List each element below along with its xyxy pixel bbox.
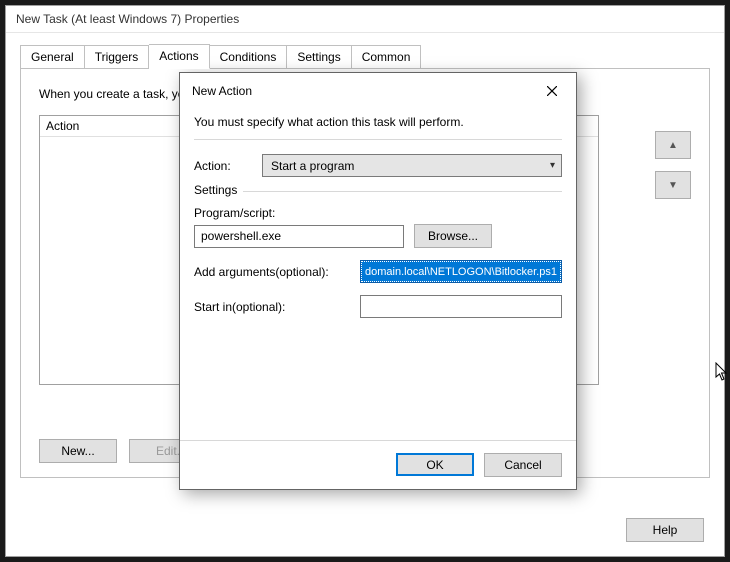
cancel-button[interactable]: Cancel [484, 453, 562, 477]
action-row: Action: Start a program ▾ [194, 154, 562, 177]
settings-fieldset: Settings Program/script: Browse... Add a… [194, 191, 562, 318]
browse-button[interactable]: Browse... [414, 224, 492, 248]
parent-footer: Help [626, 518, 704, 542]
tab-general[interactable]: General [20, 45, 85, 69]
startin-row: Start in(optional): [194, 295, 562, 318]
help-button[interactable]: Help [626, 518, 704, 542]
dialog-title: New Action [192, 84, 252, 98]
dialog-instruction: You must specify what action this task w… [194, 115, 562, 129]
arguments-row: Add arguments(optional): [194, 260, 562, 283]
arguments-input[interactable] [360, 260, 562, 283]
close-button[interactable] [538, 81, 566, 101]
tab-actions[interactable]: Actions [149, 44, 209, 69]
dialog-footer: OK Cancel [180, 440, 576, 489]
ok-button[interactable]: OK [396, 453, 474, 476]
divider [194, 139, 562, 140]
triangle-up-icon: ▲ [668, 140, 678, 151]
tab-settings[interactable]: Settings [287, 45, 351, 69]
tab-triggers[interactable]: Triggers [85, 45, 150, 69]
tabstrip: General Triggers Actions Conditions Sett… [6, 33, 724, 68]
startin-input[interactable] [360, 295, 562, 318]
action-dropdown-value: Start a program [271, 159, 354, 173]
window-title: New Task (At least Windows 7) Properties [6, 6, 724, 33]
program-input[interactable] [194, 225, 404, 248]
move-up-button[interactable]: ▲ [655, 131, 691, 159]
dialog-titlebar: New Action [180, 73, 576, 109]
reorder-buttons: ▲ ▼ [655, 131, 691, 199]
arguments-label: Add arguments(optional): [194, 265, 352, 279]
new-action-button[interactable]: New... [39, 439, 117, 463]
startin-label: Start in(optional): [194, 300, 352, 314]
chevron-down-icon: ▾ [550, 160, 555, 171]
close-icon [547, 86, 557, 96]
new-action-dialog: New Action You must specify what action … [179, 72, 577, 490]
tab-common[interactable]: Common [352, 45, 422, 69]
program-row: Browse... [194, 224, 562, 248]
move-down-button[interactable]: ▼ [655, 171, 691, 199]
triangle-down-icon: ▼ [668, 180, 678, 191]
program-label: Program/script: [194, 206, 562, 220]
tab-conditions[interactable]: Conditions [210, 45, 288, 69]
action-dropdown[interactable]: Start a program ▾ [262, 154, 562, 177]
dialog-body: You must specify what action this task w… [180, 109, 576, 440]
settings-legend: Settings [194, 183, 243, 197]
action-label: Action: [194, 159, 248, 173]
